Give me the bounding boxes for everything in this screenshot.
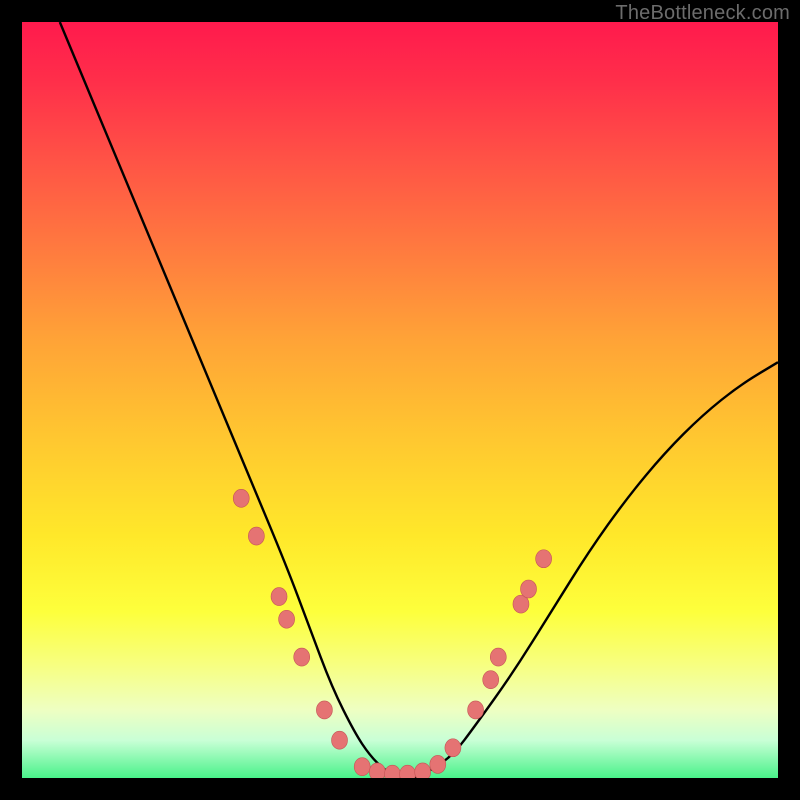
curve-marker xyxy=(294,648,310,666)
curve-marker xyxy=(415,763,431,778)
curve-marker xyxy=(483,671,499,689)
curve-marker xyxy=(384,765,400,778)
curve-marker xyxy=(354,758,370,776)
plot-area xyxy=(22,22,778,778)
curve-marker xyxy=(279,610,295,628)
curve-marker xyxy=(468,701,484,719)
curve-marker xyxy=(316,701,332,719)
curve-marker xyxy=(536,550,552,568)
chart-frame: TheBottleneck.com xyxy=(0,0,800,800)
curve-marker xyxy=(332,731,348,749)
marker-group xyxy=(233,489,551,778)
curve-marker xyxy=(400,765,416,778)
curve-marker xyxy=(369,763,385,778)
curve-marker xyxy=(248,527,264,545)
curve-marker xyxy=(445,739,461,757)
curve-marker xyxy=(233,489,249,507)
curve-layer xyxy=(22,22,778,778)
curve-marker xyxy=(490,648,506,666)
curve-marker xyxy=(430,755,446,773)
curve-marker xyxy=(271,588,287,606)
watermark-text: TheBottleneck.com xyxy=(615,2,790,25)
curve-marker xyxy=(521,580,537,598)
bottleneck-curve xyxy=(60,22,778,778)
